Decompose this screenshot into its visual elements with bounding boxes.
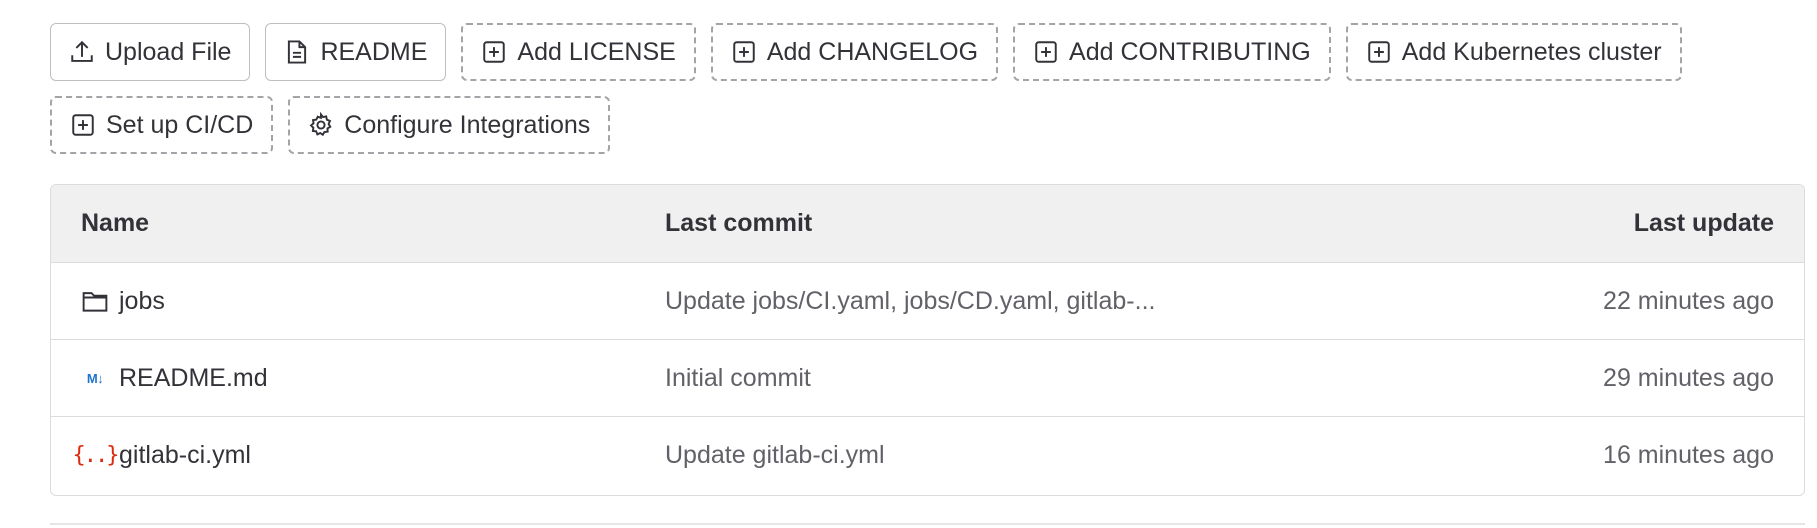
add-license-button[interactable]: Add LICENSE (461, 23, 696, 81)
add-license-label: Add LICENSE (517, 37, 676, 66)
commit-message-link[interactable]: Update jobs/CI.yaml, jobs/CD.yaml, gitla… (665, 287, 1155, 316)
table-row[interactable]: {..} gitlab-ci.yml Update gitlab-ci.yml … (51, 417, 1804, 494)
file-table: Name Last commit Last update jobs Update… (50, 184, 1805, 496)
last-update-time: 29 minutes ago (1603, 363, 1774, 392)
plus-square-icon (731, 39, 757, 65)
header-name: Name (81, 209, 150, 237)
file-link[interactable]: README.md (119, 364, 268, 393)
setup-cicd-label: Set up CI/CD (106, 110, 254, 139)
file-link[interactable]: gitlab-ci.yml (119, 441, 251, 470)
header-last-commit: Last commit (665, 209, 813, 237)
table-row[interactable]: M↓ README.md Initial commit 29 minutes a… (51, 340, 1804, 417)
upload-file-button[interactable]: Upload File (50, 23, 251, 81)
gear-icon (308, 112, 334, 138)
add-kubernetes-cluster-button[interactable]: Add Kubernetes cluster (1345, 23, 1682, 81)
readme-button[interactable]: README (265, 23, 447, 81)
add-changelog-label: Add CHANGELOG (766, 37, 979, 66)
repository-files-page: Upload File README Add LICENSE Add CHANG… (0, 0, 1817, 528)
file-name-cell: jobs (81, 287, 165, 316)
setup-cicd-button[interactable]: Set up CI/CD (50, 96, 274, 154)
section-divider (50, 523, 1805, 525)
commit-message-link[interactable]: Initial commit (665, 364, 811, 393)
upload-file-label: Upload File (105, 37, 232, 66)
add-changelog-button[interactable]: Add CHANGELOG (710, 23, 999, 81)
yaml-icon: {..} (72, 443, 120, 468)
plus-square-icon (1366, 39, 1392, 65)
file-link[interactable]: jobs (119, 287, 165, 316)
plus-square-icon (70, 112, 96, 138)
add-kubernetes-label: Add Kubernetes cluster (1401, 37, 1662, 66)
last-update-time: 22 minutes ago (1603, 286, 1774, 315)
commit-message-link[interactable]: Update gitlab-ci.yml (665, 441, 885, 470)
readme-label: README (320, 37, 428, 66)
file-name-cell: {..} gitlab-ci.yml (72, 441, 251, 470)
last-update-time: 16 minutes ago (1603, 441, 1774, 469)
plus-square-icon (1033, 39, 1059, 65)
table-row[interactable]: jobs Update jobs/CI.yaml, jobs/CD.yaml, … (51, 263, 1804, 340)
configure-integrations-button[interactable]: Configure Integrations (288, 96, 611, 154)
document-icon (284, 39, 310, 65)
configure-integrations-label: Configure Integrations (344, 110, 591, 139)
plus-square-icon (481, 39, 507, 65)
quick-actions-bar: Upload File README Add LICENSE Add CHANG… (50, 23, 1750, 154)
file-name-cell: M↓ README.md (81, 364, 268, 393)
add-contributing-label: Add CONTRIBUTING (1069, 37, 1311, 66)
markdown-icon: M↓ (86, 370, 104, 386)
upload-icon (69, 39, 95, 65)
add-contributing-button[interactable]: Add CONTRIBUTING (1013, 23, 1331, 81)
header-last-update: Last update (1633, 209, 1774, 237)
folder-icon (81, 287, 109, 315)
table-header-row: Name Last commit Last update (51, 185, 1804, 263)
